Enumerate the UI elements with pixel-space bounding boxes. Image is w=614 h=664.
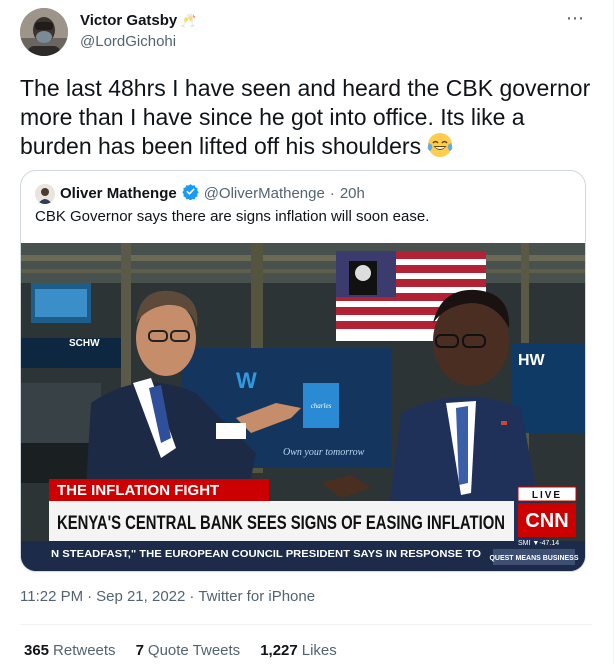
retweets-count: 365 bbox=[24, 642, 50, 659]
divider bbox=[20, 624, 592, 625]
backdrop-right-text: HW bbox=[518, 352, 546, 369]
tweet-detail: Victor Gatsby 🥂 @LordGichohi ⋯ The last … bbox=[0, 0, 614, 664]
quote-tweets-count: 7 bbox=[135, 642, 144, 659]
meta-separator: · bbox=[87, 588, 93, 605]
quote-tweets-stat[interactable]: 7 Quote Tweets bbox=[136, 642, 241, 659]
champagne-emoji-icon: 🥂 bbox=[180, 12, 197, 28]
author-name-row: Victor Gatsby 🥂 bbox=[80, 12, 196, 29]
retweets-label: Retweets bbox=[53, 642, 116, 659]
tweet-body: The last 48hrs I have seen and heard the… bbox=[20, 75, 591, 159]
news-ticker: N STEADFAST," THE EUROPEAN COUNCIL PRESI… bbox=[51, 548, 481, 560]
likes-count: 1,227 bbox=[260, 642, 298, 659]
live-badge: LIVE bbox=[532, 490, 562, 501]
author-avatar[interactable] bbox=[20, 8, 68, 56]
chyron-headline: KENYA'S CENTRAL BANK SEES SIGNS OF EASIN… bbox=[57, 513, 505, 534]
likes-stat[interactable]: 1,227 Likes bbox=[260, 642, 337, 659]
quoted-tweet-text: CBK Governor says there are signs inflat… bbox=[35, 208, 430, 225]
author-handle[interactable]: @LordGichohi bbox=[80, 33, 176, 50]
program-name: QUEST MEANS BUSINESS bbox=[489, 555, 578, 562]
quoted-tweet-image[interactable]: SCHW charles W Own your tomorrow HW THE … bbox=[21, 243, 585, 571]
quoted-tweet-header: Oliver Mathenge @OliverMathenge · 20h bbox=[35, 183, 365, 204]
likes-label: Likes bbox=[301, 642, 337, 659]
quoted-author-avatar[interactable] bbox=[35, 183, 55, 204]
tweet-source-link[interactable]: Twitter for iPhone bbox=[198, 588, 315, 605]
svg-text:charles: charles bbox=[311, 402, 332, 410]
market-ticker: SMI ▼-47.14 bbox=[518, 540, 559, 547]
svg-text:W: W bbox=[236, 368, 257, 393]
tweet-time-link[interactable]: 11:22 PM bbox=[20, 588, 83, 605]
quoted-author-handle[interactable]: @OliverMathenge bbox=[204, 185, 325, 202]
desk-brand-text: Own your tomorrow bbox=[283, 447, 365, 458]
quoted-tweet-card[interactable]: Oliver Mathenge @OliverMathenge · 20h CB… bbox=[20, 170, 586, 572]
quote-tweets-label: Quote Tweets bbox=[147, 642, 241, 659]
network-logo: CNN bbox=[525, 510, 568, 532]
meta-separator-2: · bbox=[189, 588, 195, 605]
engagement-stats: 365 Retweets 7 Quote Tweets 1,227 Likes bbox=[24, 642, 337, 659]
retweets-stat[interactable]: 365 Retweets bbox=[24, 642, 116, 659]
backdrop-left-text: SCHW bbox=[69, 338, 100, 349]
chyron-label: THE INFLATION FIGHT bbox=[57, 482, 219, 499]
more-options-icon[interactable]: ⋯ bbox=[566, 8, 585, 29]
quoted-author-name[interactable]: Oliver Mathenge bbox=[60, 185, 177, 202]
author-display-name[interactable]: Victor Gatsby bbox=[80, 12, 177, 29]
quoted-separator: · bbox=[329, 185, 335, 202]
tweet-text: The last 48hrs I have seen and heard the… bbox=[20, 74, 592, 165]
tweet-date-link[interactable]: Sep 21, 2022 bbox=[96, 588, 185, 605]
quoted-time[interactable]: 20h bbox=[340, 185, 365, 202]
verified-badge-icon bbox=[181, 183, 199, 204]
tweet-timestamp: 11:22 PM · Sep 21, 2022 · Twitter for iP… bbox=[20, 588, 315, 605]
face-with-tears-of-joy-icon bbox=[427, 132, 453, 165]
broadcast-still: SCHW charles W Own your tomorrow HW THE … bbox=[21, 243, 585, 571]
